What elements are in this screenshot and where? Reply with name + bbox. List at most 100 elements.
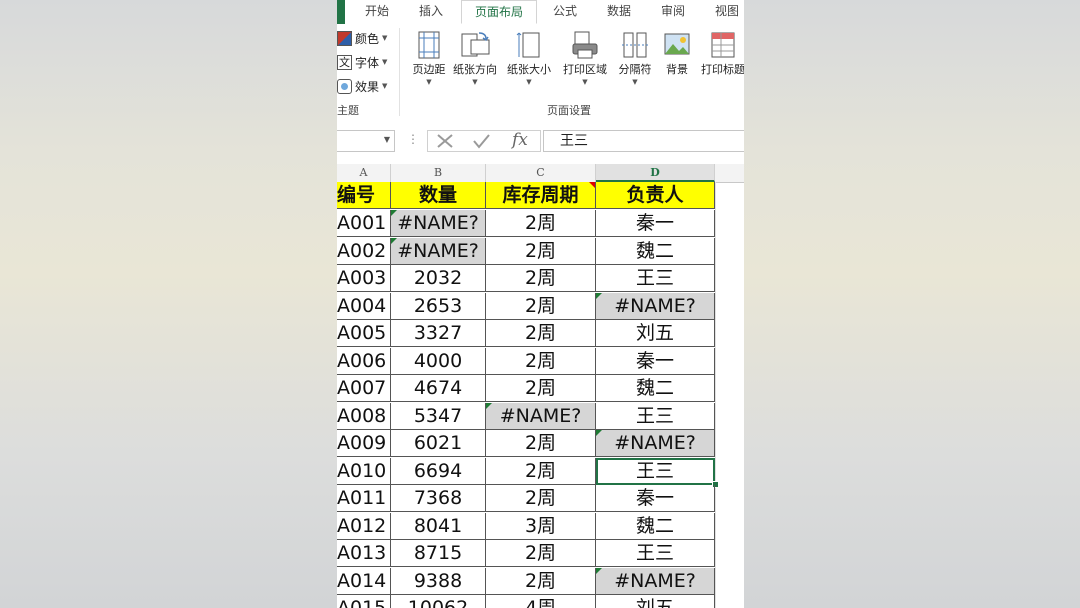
- file-tab-edge[interactable]: [337, 0, 345, 24]
- cell-a[interactable]: A012: [337, 512, 391, 540]
- cell-a[interactable]: A007: [337, 375, 391, 402]
- cell-b[interactable]: 8041: [391, 512, 486, 540]
- paper-size-button[interactable]: 纸张大小 ▼: [505, 28, 553, 94]
- insert-function-icon[interactable]: fx: [512, 130, 528, 150]
- cell-d[interactable]: 魏二: [596, 375, 715, 402]
- tab-formulas[interactable]: 公式: [543, 0, 587, 24]
- theme-colors-button[interactable]: 颜色 ▼: [337, 28, 387, 48]
- cell-d[interactable]: 刘五: [596, 320, 715, 347]
- print-titles-button[interactable]: 打印标题: [699, 28, 744, 94]
- cell-d[interactable]: 魏二: [596, 512, 715, 540]
- cell-a[interactable]: A003: [337, 265, 391, 292]
- name-box[interactable]: ▼: [337, 130, 395, 152]
- paper-size-label: 纸张大小: [507, 63, 551, 76]
- tab-home[interactable]: 开始: [355, 0, 399, 24]
- cell-c[interactable]: 2周: [486, 347, 596, 375]
- cell-a[interactable]: A005: [337, 320, 391, 347]
- table-header-row: 编号 数量 库存周期 负责人: [337, 182, 744, 209]
- cell-b[interactable]: 9388: [391, 567, 486, 595]
- cell-c[interactable]: 2周: [486, 210, 596, 237]
- margins-label: 页边距: [412, 63, 446, 76]
- cell-d[interactable]: 刘五: [596, 595, 715, 608]
- cell-b[interactable]: 5347: [391, 402, 486, 430]
- table-row: A010 6694 2周 王三: [337, 457, 744, 485]
- cell-d[interactable]: 王三: [596, 402, 715, 430]
- cell-b[interactable]: #NAME?: [391, 210, 486, 237]
- cell-a[interactable]: A010: [337, 457, 391, 485]
- cell-c[interactable]: 2周: [486, 567, 596, 595]
- column-header-b[interactable]: B: [391, 164, 486, 182]
- tab-page-layout[interactable]: 页面布局: [461, 0, 537, 24]
- cell-b[interactable]: 3327: [391, 320, 486, 347]
- margins-button[interactable]: 页边距 ▼: [405, 28, 453, 94]
- tab-insert[interactable]: 插入: [409, 0, 453, 24]
- cell-c[interactable]: 2周: [486, 540, 596, 567]
- cell-c[interactable]: 2周: [486, 457, 596, 485]
- print-area-label: 打印区域: [563, 63, 607, 76]
- cell-d[interactable]: 秦一: [596, 347, 715, 375]
- cell-b[interactable]: 2032: [391, 265, 486, 292]
- cell-d[interactable]: #NAME?: [596, 292, 715, 320]
- chevron-down-icon: ▼: [383, 135, 390, 144]
- print-area-button[interactable]: 打印区域 ▼: [561, 28, 609, 94]
- cell-b[interactable]: 4000: [391, 347, 486, 375]
- cell-b[interactable]: 4674: [391, 375, 486, 402]
- formula-input[interactable]: 王三: [543, 130, 744, 152]
- cell-c[interactable]: 3周: [486, 512, 596, 540]
- cell-a[interactable]: A014: [337, 567, 391, 595]
- cell-a[interactable]: A008: [337, 402, 391, 430]
- cell-b[interactable]: 10062: [391, 595, 486, 608]
- header-cell-period[interactable]: 库存周期: [486, 182, 596, 209]
- cell-c[interactable]: 2周: [486, 237, 596, 265]
- active-cell[interactable]: 王三: [596, 457, 715, 485]
- cell-c[interactable]: 2周: [486, 292, 596, 320]
- tab-data[interactable]: 数据: [597, 0, 641, 24]
- theme-colors-label: 颜色: [355, 31, 380, 46]
- cell-a[interactable]: A009: [337, 430, 391, 457]
- cell-a[interactable]: A002: [337, 237, 391, 265]
- cell-b[interactable]: 7368: [391, 485, 486, 512]
- table-row: A013 8715 2周 王三: [337, 540, 744, 567]
- cell-a[interactable]: A015: [337, 595, 391, 608]
- breaks-button[interactable]: 分隔符 ▼: [611, 28, 659, 94]
- cell-d[interactable]: #NAME?: [596, 430, 715, 457]
- cell-a[interactable]: A011: [337, 485, 391, 512]
- orientation-button[interactable]: 纸张方向 ▼: [451, 28, 499, 94]
- background-button[interactable]: 背景: [653, 28, 701, 94]
- drag-handle-icon[interactable]: ⋮: [407, 132, 419, 146]
- cell-d[interactable]: 秦一: [596, 210, 715, 237]
- cell-c[interactable]: 2周: [486, 485, 596, 512]
- cell-b[interactable]: 6021: [391, 430, 486, 457]
- table-row: A002 #NAME? 2周 魏二: [337, 237, 744, 265]
- header-cell-owner[interactable]: 负责人: [596, 182, 715, 209]
- cell-d[interactable]: #NAME?: [596, 567, 715, 595]
- cell-c[interactable]: 2周: [486, 265, 596, 292]
- column-header-c[interactable]: C: [486, 164, 596, 182]
- theme-fonts-button[interactable]: 文 字体 ▼: [337, 52, 387, 72]
- cell-b[interactable]: 8715: [391, 540, 486, 567]
- cell-d[interactable]: 秦一: [596, 485, 715, 512]
- cell-d[interactable]: 王三: [596, 265, 715, 292]
- cell-d[interactable]: 魏二: [596, 237, 715, 265]
- cell-b[interactable]: 6694: [391, 457, 486, 485]
- cell-d[interactable]: 王三: [596, 540, 715, 567]
- tab-review[interactable]: 审阅: [651, 0, 695, 24]
- tab-view[interactable]: 视图: [705, 0, 744, 24]
- cell-b[interactable]: 2653: [391, 292, 486, 320]
- cell-c[interactable]: 2周: [486, 375, 596, 402]
- header-cell-quantity[interactable]: 数量: [391, 182, 486, 209]
- column-header-a[interactable]: A: [337, 164, 391, 182]
- cell-a[interactable]: A013: [337, 540, 391, 567]
- header-cell-id[interactable]: 编号: [337, 182, 391, 209]
- cell-a[interactable]: A006: [337, 347, 391, 375]
- cell-a[interactable]: A001: [337, 210, 391, 237]
- cell-c[interactable]: #NAME?: [486, 402, 596, 430]
- cell-a[interactable]: A004: [337, 292, 391, 320]
- cell-c[interactable]: 2周: [486, 320, 596, 347]
- video-backdrop-left: [0, 0, 337, 608]
- theme-effects-button[interactable]: 效果 ▼: [337, 76, 387, 96]
- cell-b[interactable]: #NAME?: [391, 237, 486, 265]
- cell-c[interactable]: 4周: [486, 595, 596, 608]
- column-header-d[interactable]: D: [596, 164, 715, 182]
- cell-c[interactable]: 2周: [486, 430, 596, 457]
